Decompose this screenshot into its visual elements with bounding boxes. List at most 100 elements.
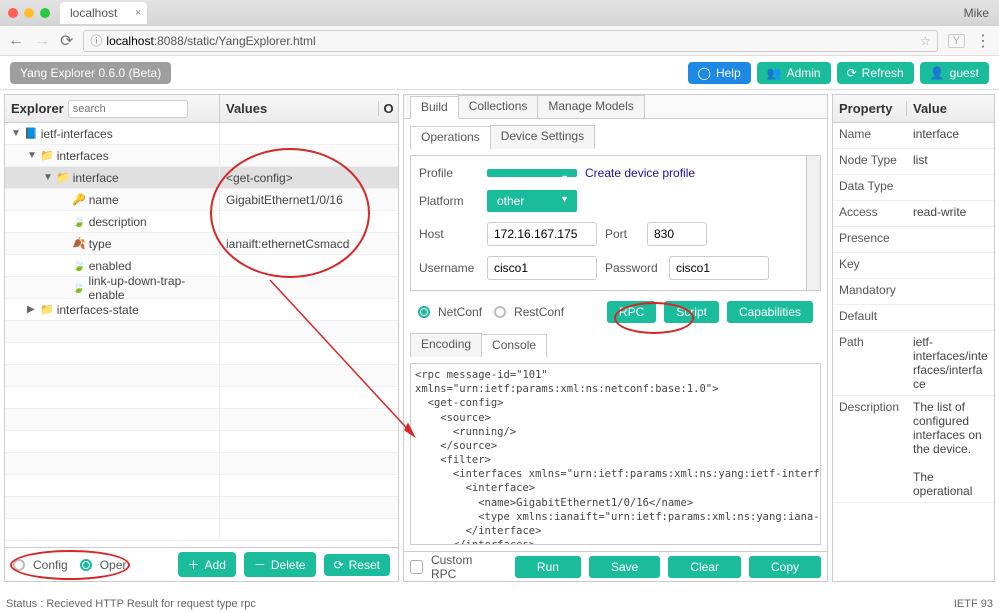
property-row: Accessread-write — [833, 201, 994, 227]
property-row: Presence — [833, 227, 994, 253]
tree-row[interactable]: 🍃description — [5, 211, 398, 233]
oper-label: Oper — [100, 558, 127, 572]
back-icon[interactable]: ← — [8, 32, 24, 50]
forward-icon[interactable]: → — [34, 32, 50, 50]
property-row: Pathietf-interfaces/interfaces/interface — [833, 331, 994, 396]
run-button[interactable]: Run — [515, 556, 581, 578]
tab-manage-models[interactable]: Manage Models — [537, 95, 644, 118]
property-table: NameinterfaceNode TypelistData TypeAcces… — [833, 123, 994, 581]
user-icon: 👤 — [930, 66, 945, 80]
reload-icon[interactable]: ⟳ — [60, 31, 73, 51]
minimize-window-icon[interactable] — [24, 8, 34, 18]
restconf-label: RestConf — [514, 305, 564, 319]
tab-console[interactable]: Console — [481, 334, 547, 358]
top-tabs: Build Collections Manage Models — [404, 95, 827, 119]
explorer-header: Explorer Values O — [5, 95, 398, 123]
property-row: Key — [833, 253, 994, 279]
o-col-header: O — [378, 101, 398, 116]
values-title: Values — [219, 95, 378, 122]
admin-button[interactable]: 👥Admin — [757, 62, 831, 84]
capabilities-button[interactable]: Capabilities — [727, 301, 813, 323]
netconf-radio[interactable] — [418, 306, 430, 318]
search-input[interactable] — [68, 100, 188, 118]
browser-tab[interactable]: localhost × — [60, 2, 147, 24]
tab-build[interactable]: Build — [410, 96, 459, 119]
tree-row[interactable]: ▼📘ietf-interfaces — [5, 123, 398, 145]
tree-row[interactable]: ▶📁interfaces-state — [5, 299, 398, 321]
property-row: Nameinterface — [833, 123, 994, 149]
address-bar[interactable]: ⓘ localhost :8088/static/YangExplorer.ht… — [83, 30, 937, 52]
username-input[interactable] — [487, 256, 597, 280]
rpc-button[interactable]: RPC — [607, 301, 656, 323]
app-title-badge: Yang Explorer 0.6.0 (Beta) — [10, 62, 171, 84]
tree-row[interactable]: ▼📁interfaces — [5, 145, 398, 167]
reset-button[interactable]: ⟳ Reset — [324, 554, 390, 576]
create-profile-link[interactable]: Create device profile — [585, 166, 695, 180]
tab-encoding[interactable]: Encoding — [410, 333, 482, 357]
tree-row[interactable]: 🍃link-up-down-trap-enable — [5, 277, 398, 299]
browser-toolbar: ← → ⟳ ⓘ localhost :8088/static/YangExplo… — [0, 26, 999, 56]
oper-radio[interactable] — [80, 559, 92, 571]
password-label: Password — [605, 261, 661, 275]
tree-row[interactable]: 🔑nameGigabitEthernet1/0/16 — [5, 189, 398, 211]
menu-icon[interactable]: ⋮ — [975, 31, 991, 51]
restconf-radio[interactable] — [494, 306, 506, 318]
app-header: Yang Explorer 0.6.0 (Beta) ◯Help 👥Admin … — [0, 56, 999, 90]
github-icon: ◯ — [698, 66, 711, 80]
tree-row[interactable]: ▼📁interface<get-config> — [5, 167, 398, 189]
console-output[interactable]: <rpc message-id="101" xmlns="urn:ietf:pa… — [410, 363, 821, 545]
script-button[interactable]: Script — [664, 301, 719, 323]
property-header: Property — [833, 101, 907, 116]
window-controls — [8, 8, 50, 18]
footer-badge: IETF 93 — [954, 598, 993, 610]
users-icon: 👥 — [767, 66, 782, 80]
delete-button[interactable]: － Delete — [244, 552, 316, 577]
password-input[interactable] — [669, 256, 769, 280]
port-label: Port — [605, 227, 639, 241]
url-path: :8088/static/YangExplorer.html — [154, 34, 316, 48]
port-input[interactable] — [647, 222, 707, 246]
refresh-button[interactable]: ⟳Refresh — [837, 62, 914, 84]
explorer-title: Explorer — [11, 101, 64, 116]
refresh-icon: ⟳ — [847, 66, 857, 80]
profile-label: Profile — [419, 166, 479, 180]
build-panel: Build Collections Manage Models Operatio… — [403, 94, 828, 582]
property-panel: Property Value NameinterfaceNode Typelis… — [832, 94, 995, 582]
username-label: Username — [419, 261, 479, 275]
explorer-panel: Explorer Values O ▼📘ietf-interfaces▼📁int… — [4, 94, 399, 582]
platform-select[interactable]: other — [487, 190, 577, 212]
yang-tree[interactable]: ▼📘ietf-interfaces▼📁interfaces▼📁interface… — [5, 123, 398, 547]
status-bar: Status : Recieved HTTP Result for reques… — [6, 598, 256, 610]
tab-device-settings[interactable]: Device Settings — [490, 125, 595, 149]
property-row: Data Type — [833, 175, 994, 201]
device-form: Profile Create device profile Platform o… — [410, 155, 821, 291]
custom-rpc-checkbox[interactable] — [410, 560, 423, 574]
close-window-icon[interactable] — [8, 8, 18, 18]
close-tab-icon[interactable]: × — [135, 7, 141, 19]
tab-title: localhost — [70, 6, 117, 20]
info-icon: ⓘ — [90, 32, 102, 49]
extension-icon[interactable]: Y — [948, 34, 965, 48]
form-scrollbar[interactable] — [806, 156, 820, 290]
maximize-window-icon[interactable] — [40, 8, 50, 18]
copy-button[interactable]: Copy — [749, 556, 821, 578]
profile-name: Mike — [964, 6, 989, 20]
value-header: Value — [907, 101, 953, 116]
add-button[interactable]: ＋ Add — [178, 552, 236, 577]
tab-operations[interactable]: Operations — [410, 126, 491, 150]
guest-button[interactable]: 👤guest — [920, 62, 989, 84]
config-label: Config — [33, 558, 68, 572]
help-button[interactable]: ◯Help — [688, 62, 751, 84]
property-row: DescriptionThe list of configured interf… — [833, 396, 994, 503]
save-button[interactable]: Save — [589, 556, 660, 578]
config-radio[interactable] — [13, 559, 25, 571]
tab-collections[interactable]: Collections — [458, 95, 539, 118]
url-host: localhost — [106, 34, 153, 48]
star-icon[interactable]: ☆ — [920, 34, 931, 48]
custom-rpc-label: Custom RPC — [431, 553, 495, 581]
clear-button[interactable]: Clear — [668, 556, 741, 578]
tree-row[interactable]: 🍂typeianaift:ethernetCsmacd — [5, 233, 398, 255]
main-layout: Explorer Values O ▼📘ietf-interfaces▼📁int… — [0, 90, 999, 586]
profile-select[interactable] — [487, 169, 577, 177]
host-input[interactable] — [487, 222, 597, 246]
